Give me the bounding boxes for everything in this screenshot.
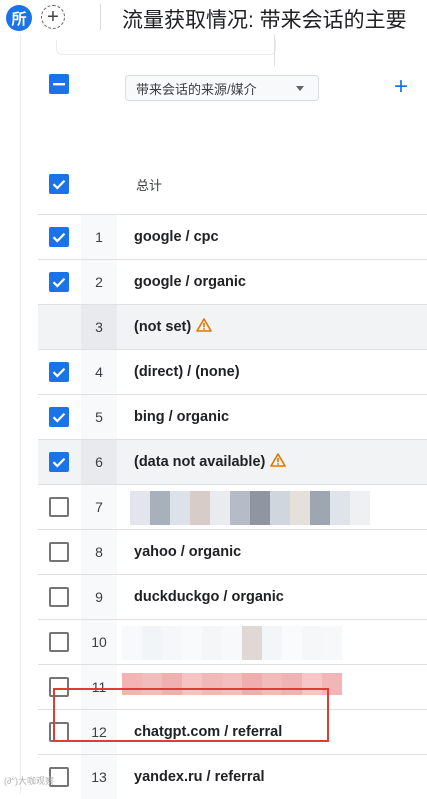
- check-icon: [52, 367, 66, 378]
- add-comparison-button[interactable]: +: [41, 5, 65, 29]
- row-rank: 10: [91, 634, 107, 650]
- label-text: google / cpc: [134, 229, 219, 245]
- total-checkbox[interactable]: [49, 174, 69, 194]
- label-text: yandex.ru / referral: [134, 769, 265, 785]
- row-checkbox[interactable]: [49, 227, 69, 247]
- check-icon: [52, 412, 66, 423]
- row-rank: 4: [95, 364, 103, 380]
- table-row[interactable]: 3 (not set): [38, 304, 427, 349]
- source-medium-label[interactable]: (not set): [134, 305, 212, 349]
- dimension-select[interactable]: 带来会话的来源/媒介: [125, 75, 319, 101]
- add-dimension-button[interactable]: +: [394, 74, 408, 100]
- source-medium-label[interactable]: google / organic: [134, 260, 246, 304]
- redacted-label: [122, 626, 342, 660]
- label-text: bing / organic: [134, 409, 230, 425]
- watermark: (∂°)大咖观察: [4, 776, 55, 786]
- label-text: (not set): [134, 319, 192, 335]
- row-checkbox[interactable]: [49, 632, 69, 652]
- top-bar: 所 + 流量获取情况: 带来会话的主要: [0, 0, 427, 34]
- highlight-box: [53, 688, 329, 742]
- label-text: (direct) / (none): [134, 364, 240, 380]
- table-row[interactable]: 8 yahoo / organic: [38, 529, 427, 574]
- row-checkbox[interactable]: [49, 587, 69, 607]
- redacted-label: [130, 491, 370, 525]
- minus-icon: [53, 83, 65, 86]
- check-icon: [52, 277, 66, 288]
- row-rank: 1: [95, 229, 103, 245]
- table-row[interactable]: 7: [38, 484, 427, 529]
- label-text: yahoo / organic: [134, 544, 242, 560]
- chip-outline: [56, 40, 276, 55]
- page-title: 流量获取情况: 带来会话的主要: [122, 9, 407, 32]
- row-rank: 3: [95, 319, 103, 335]
- row-checkbox[interactable]: [49, 452, 69, 472]
- table-row[interactable]: 13 yandex.ru / referral: [38, 754, 427, 799]
- source-medium-label[interactable]: (direct) / (none): [134, 350, 240, 394]
- property-badge[interactable]: 所: [6, 5, 32, 31]
- divider: [274, 34, 275, 66]
- table-row[interactable]: 4 (direct) / (none): [38, 349, 427, 394]
- divider: [100, 4, 101, 30]
- table-row[interactable]: 5 bing / organic: [38, 394, 427, 439]
- source-medium-label[interactable]: yandex.ru / referral: [134, 755, 265, 799]
- table-row[interactable]: 9 duckduckgo / organic: [38, 574, 427, 619]
- row-rank: 2: [95, 274, 103, 290]
- row-checkbox[interactable]: [49, 542, 69, 562]
- check-icon: [52, 232, 66, 243]
- label-text: google / organic: [134, 274, 246, 290]
- row-rank: 9: [95, 589, 103, 605]
- source-medium-label[interactable]: duckduckgo / organic: [134, 575, 284, 619]
- row-checkbox[interactable]: [49, 362, 69, 382]
- select-all-checkbox[interactable]: [49, 74, 69, 94]
- row-rank: 6: [95, 454, 103, 470]
- source-medium-label[interactable]: google / cpc: [134, 215, 219, 259]
- source-medium-label[interactable]: bing / organic: [134, 395, 229, 439]
- row-checkbox[interactable]: [49, 272, 69, 292]
- caret-down-icon: [296, 86, 304, 91]
- warning-icon[interactable]: [270, 453, 287, 471]
- source-medium-label[interactable]: yahoo / organic: [134, 530, 241, 574]
- row-rank: 8: [95, 544, 103, 560]
- row-checkbox[interactable]: [49, 407, 69, 427]
- total-label: 总计: [136, 178, 163, 193]
- warning-icon[interactable]: [196, 318, 212, 336]
- dimension-select-label: 带来会话的来源/媒介: [136, 81, 257, 97]
- row-rank: 7: [95, 499, 103, 515]
- row-rank: 5: [95, 409, 103, 425]
- check-icon: [52, 179, 66, 190]
- check-icon: [52, 457, 66, 468]
- row-checkbox[interactable]: [49, 497, 69, 517]
- label-text: (data not available): [134, 454, 266, 470]
- table-row[interactable]: 10: [38, 619, 427, 664]
- source-medium-label[interactable]: (data not available): [134, 440, 287, 484]
- divider: [20, 34, 21, 794]
- label-text: duckduckgo / organic: [134, 589, 284, 605]
- table-row[interactable]: 1 google / cpc: [38, 214, 427, 259]
- table-row[interactable]: 6 (data not available): [38, 439, 427, 484]
- row-rank: 13: [91, 769, 107, 785]
- table-row[interactable]: 2 google / organic: [38, 259, 427, 304]
